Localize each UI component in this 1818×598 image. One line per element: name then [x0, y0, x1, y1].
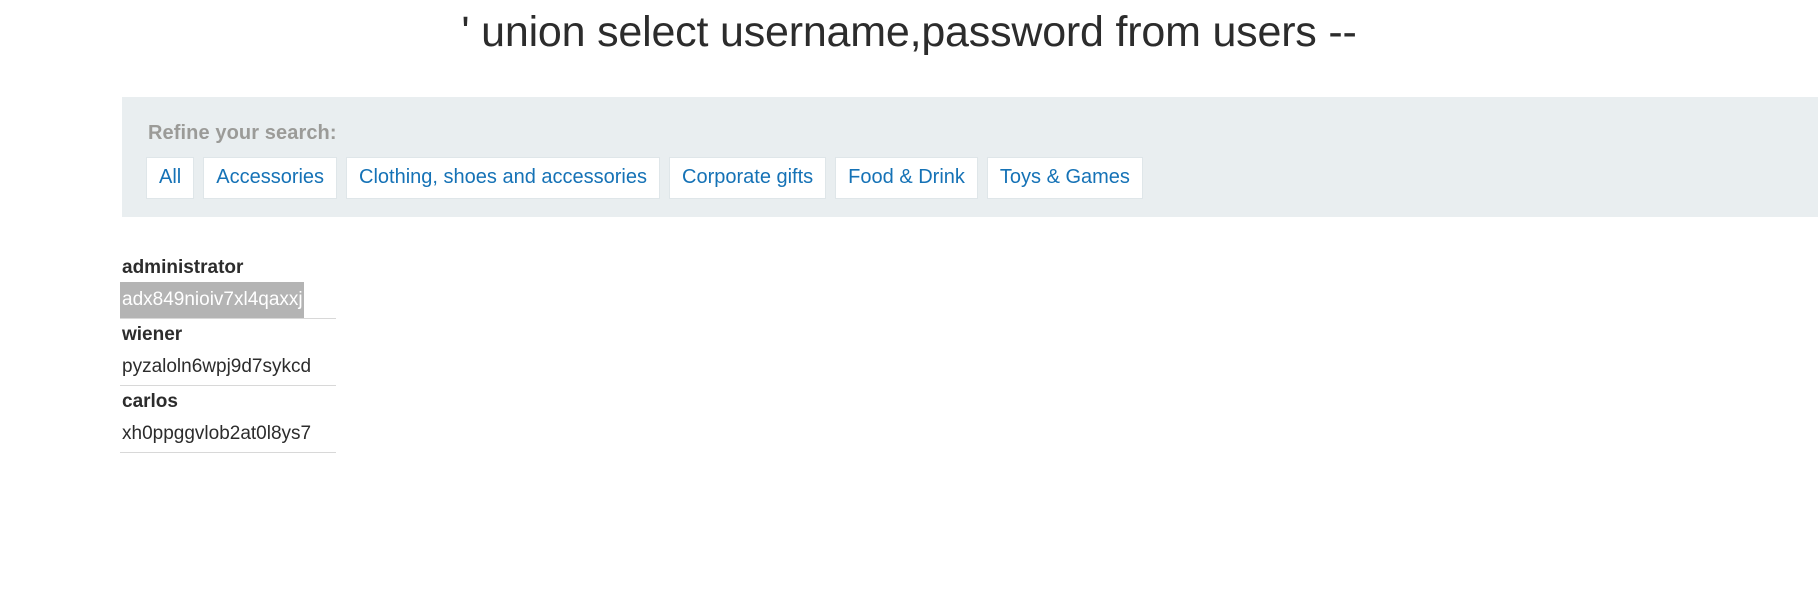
- refine-search-label: Refine your search:: [148, 122, 337, 144]
- filter-link-corporate-gifts[interactable]: Corporate gifts: [669, 157, 827, 199]
- result-username-carlos: carlos: [122, 391, 178, 412]
- category-filter-list: All Accessories Clothing, shoes and acce…: [146, 157, 1818, 199]
- page-root: ' union select username,password from us…: [0, 0, 1818, 598]
- filter-item: Toys & Games: [986, 157, 1143, 199]
- filter-item: Corporate gifts: [669, 157, 827, 199]
- result-password-carlos[interactable]: xh0ppggvlob2at0l8ys7: [120, 416, 336, 453]
- page-title: ' union select username,password from us…: [461, 8, 1357, 56]
- filter-link-toys-and-games[interactable]: Toys & Games: [986, 157, 1143, 199]
- filter-link-accessories[interactable]: Accessories: [203, 157, 338, 199]
- result-username-wiener: wiener: [122, 324, 183, 345]
- filter-link-food-and-drink[interactable]: Food & Drink: [835, 157, 978, 199]
- result-row: carlos xh0ppggvlob2at0l8ys7: [120, 386, 336, 453]
- results-list: administrator adx849nioiv7xl4qaxxj wiene…: [120, 252, 336, 453]
- result-username-administrator: administrator: [122, 257, 244, 278]
- filter-link-all[interactable]: All: [146, 157, 195, 199]
- filter-item: Clothing, shoes and accessories: [346, 157, 660, 199]
- result-row: administrator adx849nioiv7xl4qaxxj: [120, 252, 336, 319]
- result-password-administrator[interactable]: adx849nioiv7xl4qaxxj: [120, 282, 304, 318]
- refine-search-panel: Refine your search: All Accessories Clot…: [122, 97, 1818, 217]
- filter-link-clothing-shoes-and-accessories[interactable]: Clothing, shoes and accessories: [346, 157, 660, 199]
- filter-item: Accessories: [203, 157, 338, 199]
- result-password-wiener[interactable]: pyzaloln6wpj9d7sykcd: [120, 349, 336, 386]
- result-row: wiener pyzaloln6wpj9d7sykcd: [120, 319, 336, 386]
- filter-item: All: [146, 157, 195, 199]
- filter-item: Food & Drink: [835, 157, 978, 199]
- result-password-selection-wrap: adx849nioiv7xl4qaxxj: [120, 282, 336, 319]
